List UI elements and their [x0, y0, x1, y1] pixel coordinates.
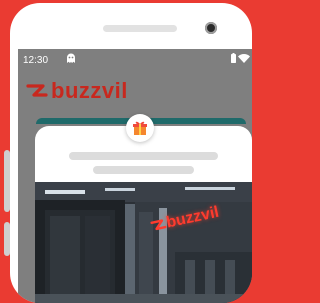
ghost-icon [67, 53, 75, 63]
gift-badge[interactable] [126, 114, 154, 142]
subtitle-placeholder [93, 166, 194, 174]
app-header: buzzvil [26, 78, 128, 103]
phone-screen: 12:30 buzzvil buzzvil [18, 49, 252, 303]
gift-icon [133, 121, 147, 135]
phone-speaker [103, 25, 177, 32]
front-camera [205, 22, 217, 34]
phone-frame: 12:30 buzzvil buzzvil [10, 3, 252, 303]
status-bar: 12:30 [18, 49, 252, 71]
brand-name: buzzvil [51, 78, 128, 103]
title-placeholder [69, 152, 218, 160]
buzzvil-logo-icon [26, 84, 48, 97]
reward-card[interactable]: buzzvil [35, 114, 252, 303]
status-time: 12:30 [23, 55, 49, 66]
promo-photo: buzzvil [35, 182, 252, 303]
battery-icon [231, 53, 236, 63]
office-photo-illustration [35, 182, 252, 303]
wifi-icon [238, 54, 250, 63]
